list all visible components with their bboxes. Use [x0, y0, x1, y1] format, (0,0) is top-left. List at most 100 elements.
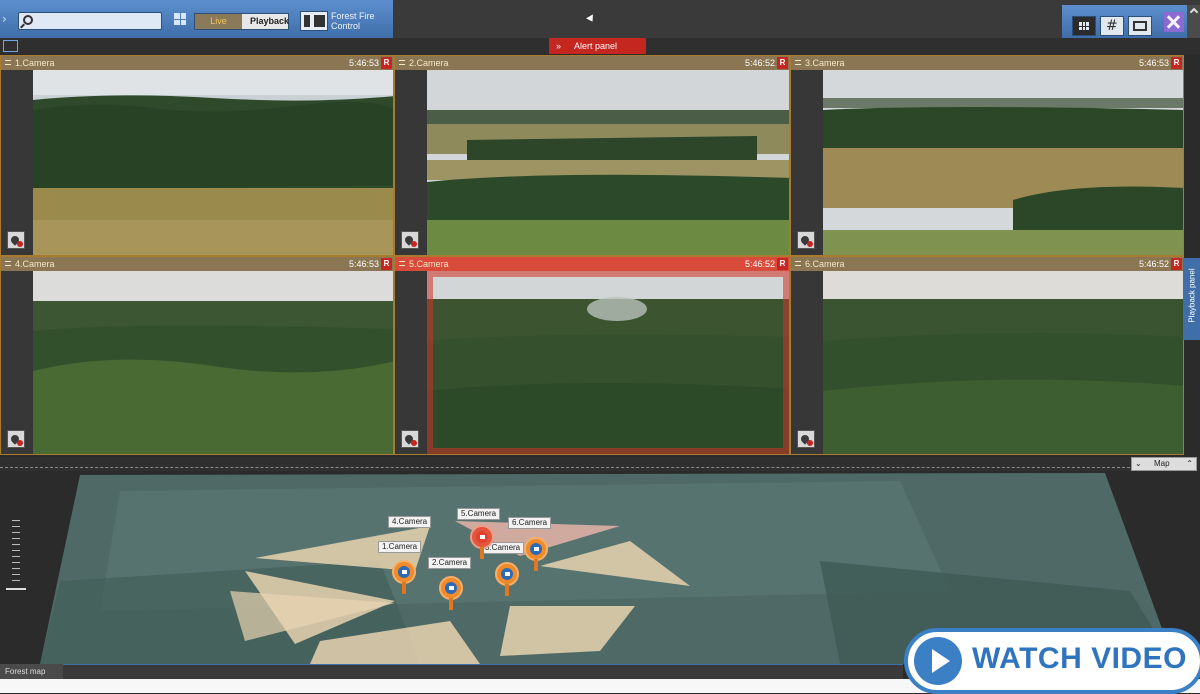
zoom-knob[interactable] — [6, 588, 26, 590]
camera-feed[interactable] — [427, 70, 789, 255]
camera-pin-icon[interactable] — [439, 576, 463, 610]
map-button-label: Map — [1154, 459, 1170, 468]
camera-feed[interactable] — [33, 271, 393, 454]
chevron-down-icon: ⌄ — [1135, 459, 1142, 468]
map-status-bar — [63, 664, 903, 679]
camera-side-panel — [791, 70, 823, 255]
zoom-slider[interactable] — [6, 520, 26, 600]
chevron-up-icon: ⌃ — [1186, 459, 1193, 468]
grid-view-button[interactable] — [1072, 16, 1096, 36]
expand-arrow-icon[interactable]: › — [2, 12, 12, 26]
watch-video-button[interactable]: WATCH VIDEO — [904, 628, 1200, 694]
camera-time: 5:46:53 — [348, 58, 379, 68]
map-toggle-button[interactable]: ⌄ Map ⌃ — [1131, 457, 1197, 471]
camera-header: 5.Camera 5:46:52 R — [395, 257, 789, 271]
camera-control-icon[interactable] — [797, 430, 815, 448]
camera-tile-2[interactable]: 2.Camera 5:46:52 R — [394, 55, 790, 256]
camera-pin-icon[interactable] — [470, 525, 494, 559]
camera-header: 1.Camera 5:46:53 R — [1, 56, 393, 70]
hash-grid-icon: # — [1106, 18, 1118, 34]
camera-control-icon[interactable] — [7, 231, 25, 249]
camera-tile-6[interactable]: 6.Camera 5:46:52 R — [790, 256, 1184, 455]
camera-feed[interactable] — [427, 271, 789, 454]
custom-grid-button[interactable]: # — [1100, 16, 1124, 36]
camera-control-icon[interactable] — [797, 231, 815, 249]
camera-pin-icon[interactable] — [495, 562, 519, 596]
watch-video-label: WATCH VIDEO — [972, 642, 1187, 675]
map-camera-label-2[interactable]: 2.Camera — [428, 557, 472, 569]
camera-name: 1.Camera — [15, 58, 55, 68]
camera-tile-5[interactable]: 5.Camera 5:46:52 R — [394, 256, 790, 455]
camera-feed[interactable] — [823, 271, 1183, 454]
camera-name: 2.Camera — [409, 58, 449, 68]
menu-icon[interactable] — [795, 60, 801, 65]
menu-icon[interactable] — [399, 261, 405, 266]
camera-header: 4.Camera 5:46:53 R — [1, 257, 393, 271]
recording-badge: R — [381, 258, 392, 270]
camera-name: 4.Camera — [15, 259, 55, 269]
camera-time: 5:46:53 — [348, 259, 379, 269]
divider-line — [0, 467, 1130, 468]
playback-mode-button[interactable]: Playback — [242, 14, 289, 29]
camera-control-icon[interactable] — [401, 430, 419, 448]
camera-side-panel — [1, 70, 33, 255]
layout-title[interactable]: Forest Fire Control — [331, 11, 391, 31]
camera-time: 5:46:52 — [1138, 259, 1169, 269]
menu-icon[interactable] — [5, 60, 11, 65]
search-input[interactable] — [18, 12, 162, 30]
single-window-icon — [1133, 21, 1147, 31]
layouts-grid-icon[interactable] — [174, 13, 186, 25]
alert-panel-label: Alert panel — [574, 41, 618, 51]
map-camera-label-4[interactable]: 4.Camera — [388, 516, 432, 528]
recording-badge: R — [1171, 57, 1182, 69]
camera-tile-1[interactable]: 1.Camera 5:46:53 R — [0, 55, 394, 256]
mouse-cursor-icon — [586, 14, 596, 24]
live-mode-button[interactable]: Live — [195, 14, 242, 29]
camera-time: 5:46:53 — [1138, 58, 1169, 68]
camera-name: 3.Camera — [805, 58, 845, 68]
camera-control-icon[interactable] — [7, 430, 25, 448]
playback-panel-tab[interactable]: Playback panel — [1183, 258, 1200, 340]
camera-pin-icon[interactable] — [524, 537, 548, 571]
camera-side-panel — [395, 70, 427, 255]
recording-badge: R — [777, 57, 788, 69]
recording-badge: R — [381, 57, 392, 69]
camera-tile-4[interactable]: 4.Camera 5:46:53 R — [0, 256, 394, 455]
alert-chevron-icon: » — [556, 41, 562, 51]
single-view-button[interactable] — [1128, 16, 1152, 36]
camera-side-panel — [395, 271, 427, 454]
menu-icon[interactable] — [399, 60, 405, 65]
playback-panel-label: Playback panel — [1187, 268, 1197, 323]
grid-six-icon — [1079, 22, 1089, 30]
layout-icon[interactable] — [300, 11, 328, 31]
toolbar-left-block: › Live Playback Forest Fire Control — [0, 0, 393, 38]
top-toolbar: › Live Playback Forest Fire Control # — [0, 0, 1200, 38]
fullscreen-icon[interactable] — [3, 40, 18, 52]
map-divider — [0, 457, 1200, 471]
search-icon — [23, 15, 33, 25]
recording-badge: R — [1171, 258, 1182, 270]
camera-pin-icon[interactable] — [392, 560, 416, 594]
menu-icon[interactable] — [795, 261, 801, 266]
camera-feed[interactable] — [823, 70, 1183, 255]
layout-title-line1: Forest Fire — [331, 11, 375, 21]
alert-panel-button[interactable]: » Alert panel — [549, 38, 646, 54]
map-camera-label-6[interactable]: 6.Camera — [508, 517, 552, 529]
layout-title-line2: Control — [331, 21, 361, 31]
camera-header: 6.Camera 5:46:52 R — [791, 257, 1183, 271]
settings-wrench-icon[interactable] — [1164, 12, 1184, 32]
camera-feed[interactable] — [33, 70, 393, 255]
camera-name: 5.Camera — [409, 259, 449, 269]
map-camera-label-5[interactable]: 5.Camera — [457, 508, 501, 520]
camera-header: 2.Camera 5:46:52 R — [395, 56, 789, 70]
map-camera-label-1[interactable]: 1.Camera — [378, 541, 422, 553]
collapse-arrow-icon[interactable] — [1187, 5, 1200, 38]
camera-time: 5:46:52 — [744, 58, 775, 68]
menu-icon[interactable] — [5, 261, 11, 266]
mode-switch: Live Playback — [194, 13, 289, 30]
recording-badge: R — [777, 258, 788, 270]
camera-tile-3[interactable]: 3.Camera 5:46:53 R — [790, 55, 1184, 256]
camera-control-icon[interactable] — [401, 231, 419, 249]
forest-map-tab[interactable]: Forest map — [0, 664, 63, 679]
camera-name: 6.Camera — [805, 259, 845, 269]
